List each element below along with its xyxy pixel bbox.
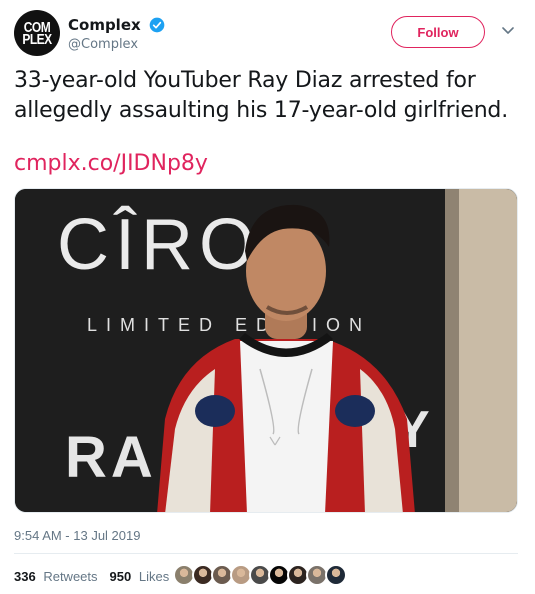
tweet-media-photo[interactable]: CÎROC LIMITED EDITION RA Y (14, 188, 518, 513)
retweets-stat[interactable]: 336 Retweets (14, 569, 98, 584)
likes-stat[interactable]: 950 Likes (110, 569, 170, 584)
likes-label: Likes (138, 568, 170, 584)
verified-badge-icon (149, 17, 165, 32)
account-names: Complex @Complex (68, 14, 165, 52)
retweets-label: Retweets (43, 568, 98, 584)
backdrop-limited: LIMITED EDITION (87, 315, 371, 335)
photo-illustration: CÎROC LIMITED EDITION RA Y (15, 189, 517, 512)
divider (14, 553, 518, 554)
tweet-header: COM PLEX Complex @Complex Follow (14, 10, 521, 56)
chevron-down-icon[interactable] (500, 22, 516, 38)
liker-avatar[interactable] (325, 564, 347, 586)
account-handle[interactable]: @Complex (68, 37, 165, 52)
tweet-link[interactable]: cmplx.co/JIDNp8y (14, 149, 208, 179)
tweet-text: 33-year-old YouTuber Ray Diaz arrested f… (14, 68, 508, 123)
tweet-stats: 336 Retweets 950 Likes (14, 566, 181, 586)
avatar-text-bottom: PLEX (22, 30, 52, 48)
display-name[interactable]: Complex (68, 16, 141, 34)
likes-count: 950 (109, 568, 132, 584)
avatar[interactable]: COM PLEX (14, 10, 60, 56)
backdrop-ra: RA (65, 425, 157, 490)
follow-button[interactable]: Follow (391, 16, 485, 48)
liker-avatars (173, 564, 347, 586)
retweets-count: 336 (14, 568, 36, 584)
tweet-timestamp[interactable]: 9:54 AM - 13 Jul 2019 (14, 528, 140, 543)
